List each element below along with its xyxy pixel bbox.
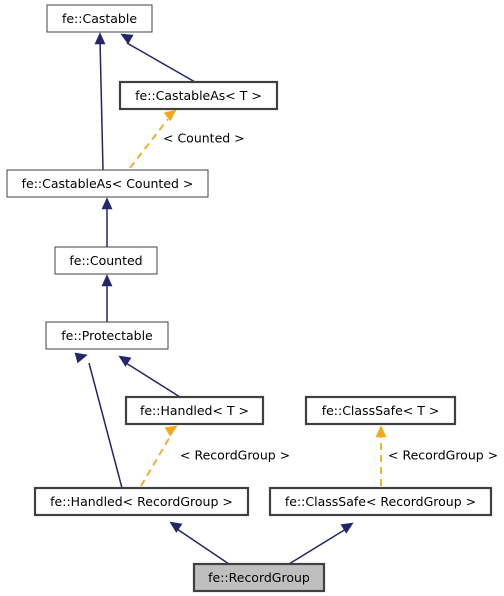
inheritance-edge [288, 528, 347, 565]
class-name-label: fe::ClassSafe< RecordGroup > [285, 494, 476, 509]
inheritance-edge [126, 42, 196, 83]
edge-recordgroup-to-handled_recordgroup [169, 521, 230, 565]
edge-label-counted-e3: < Counted > [163, 131, 245, 146]
edge-classsafe_recordgroup-to-classsafe_t [375, 425, 387, 486]
class-node-recordgroup[interactable]: fe::RecordGroup [192, 562, 326, 593]
inheritance-edge [176, 528, 230, 565]
diagram-canvas: fe::Castablefe::CastableAs< T >fe::Casta… [6, 4, 498, 593]
edge-handled_recordgroup-to-handled_t [140, 425, 178, 487]
edge-recordgroup-to-classsafe_recordgroup [288, 522, 354, 565]
class-node-handled-recordgroup[interactable]: fe::Handled< RecordGroup > [33, 486, 250, 517]
class-name-label: fe::Counted [69, 253, 142, 268]
class-node-castable[interactable]: fe::Castable [46, 4, 153, 33]
inheritance-arrowhead-icon [101, 274, 113, 287]
class-name-label: fe::Handled< RecordGroup > [50, 494, 233, 509]
edge-castable_as_t-to-castable [120, 33, 196, 83]
class-node-classsafe-t[interactable]: fe::ClassSafe< T > [304, 395, 457, 426]
template-instance-edge [140, 434, 172, 487]
edge-protectable-to-counted [101, 274, 113, 322]
edge-counted-to-castable_as_counted [101, 197, 113, 247]
class-node-classsafe-recordgroup[interactable]: fe::ClassSafe< RecordGroup > [268, 486, 493, 517]
class-name-label: fe::ClassSafe< T > [322, 403, 440, 418]
class-name-label: fe::Handled< T > [140, 403, 249, 418]
class-inheritance-diagram: fe::Castablefe::CastableAs< T >fe::Casta… [0, 0, 504, 596]
inheritance-arrowhead-icon [101, 197, 113, 210]
nodes-layer: fe::Castablefe::CastableAs< T >fe::Casta… [6, 4, 493, 593]
inheritance-arrowhead-icon [94, 32, 106, 45]
edge-handled_recordgroup-to-protectable [74, 352, 123, 489]
edge-castable_as_counted-to-castable [94, 32, 106, 171]
class-node-counted[interactable]: fe::Counted [54, 246, 158, 275]
template-arrowhead-icon [375, 425, 387, 438]
class-node-castableas-counted[interactable]: fe::CastableAs< Counted > [6, 169, 209, 198]
class-name-label: fe::CastableAs< T > [135, 88, 262, 103]
class-node-castableas-t[interactable]: fe::CastableAs< T > [118, 80, 279, 111]
class-name-label: fe::Castable [62, 11, 137, 26]
class-name-label: fe::CastableAs< Counted > [22, 176, 194, 191]
class-node-handled-t[interactable]: fe::Handled< T > [124, 395, 265, 426]
edge-label-recordgroup-e9: < RecordGroup > [388, 448, 498, 463]
inheritance-edge [125, 362, 181, 398]
class-name-label: fe::Protectable [61, 328, 153, 343]
inheritance-edge [88, 362, 123, 489]
edge-handled_t-to-protectable [118, 355, 181, 398]
class-node-protectable[interactable]: fe::Protectable [45, 321, 169, 350]
inheritance-arrowhead-icon [74, 352, 88, 364]
inheritance-edge [99, 39, 104, 171]
edge-label-recordgroup-e8: < RecordGroup > [180, 448, 290, 463]
class-name-label: fe::RecordGroup [208, 570, 310, 585]
